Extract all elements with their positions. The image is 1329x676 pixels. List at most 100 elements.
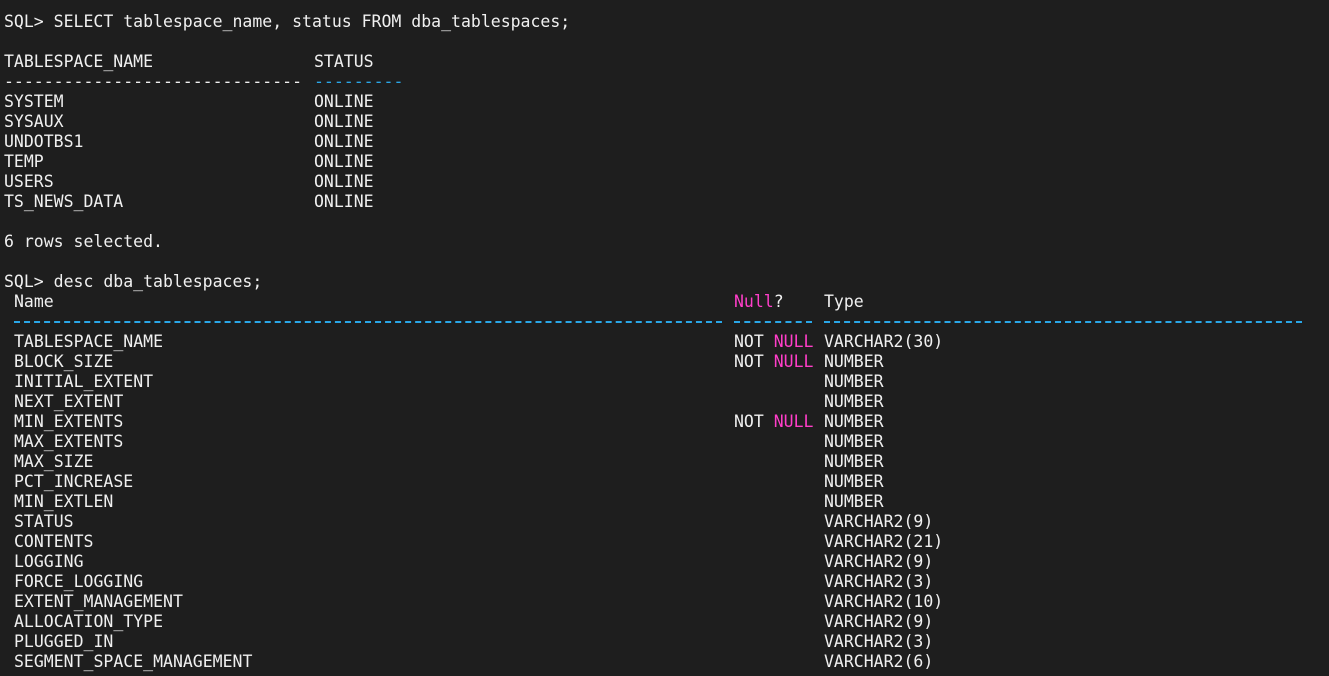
desc-row: SEGMENT_SPACE_MANAGEMENT VARCHAR2(6) [0,652,1329,672]
rows-selected-footer: 6 rows selected. [4,232,163,251]
tablespace-name-cell: SYSAUX [4,112,64,131]
null-keyword: Null [734,292,774,311]
desc-row: CONTENTS VARCHAR2(21) [0,532,1329,552]
desc-header-row: Name Null? Type [0,292,1329,312]
type-cell: VARCHAR2(6) [824,652,934,671]
tablespace-name-cell: TEMP [4,152,44,171]
column-name-cell: INITIAL_EXTENT [14,372,154,391]
null-question: ? [773,292,784,311]
column-name-cell: EXTENT_MANAGEMENT [14,592,183,611]
desc-row: STATUS VARCHAR2(9) [0,512,1329,532]
type-cell: NUMBER [824,432,884,451]
column-name-cell: SEGMENT_SPACE_MANAGEMENT [14,652,253,671]
result-row: TEMP ONLINE [0,152,1329,172]
tablespace-name-cell: SYSTEM [4,92,64,111]
status-cell: ONLINE [314,112,374,131]
result-separator-row: ------------------------------ --------- [0,72,1329,92]
terminal-window[interactable]: SQL> SELECT tablespace_name, status FROM… [0,0,1329,676]
column-name-cell: MAX_EXTENTS [14,432,124,451]
column-name-cell: CONTENTS [14,532,94,551]
status-cell: ONLINE [314,92,374,111]
desc-row: FORCE_LOGGING VARCHAR2(3) [0,572,1329,592]
column-name-cell: NEXT_EXTENT [14,392,124,411]
separator-status: --------- [314,72,404,91]
column-name-cell: MIN_EXTENTS [14,412,124,431]
null-keyword: NULL [773,332,814,351]
column-name-cell: FORCE_LOGGING [14,572,144,591]
result-row: UNDOTBS1 ONLINE [0,132,1329,152]
null-cell: NOT NULL [734,352,824,372]
type-cell: VARCHAR2(9) [824,552,934,571]
type-cell: NUMBER [824,492,884,511]
null-keyword: NULL [773,352,814,371]
desc-row: MIN_EXTLEN NUMBER [0,492,1329,512]
result-row: TS_NEWS_DATA ONLINE [0,192,1329,212]
not-keyword: NOT [734,352,774,371]
desc-header-null: Null? [734,292,824,312]
type-cell: NUMBER [824,392,884,411]
null-keyword: NULL [773,412,814,431]
desc-separator-name [14,312,734,332]
desc-separator-type [824,312,1302,332]
type-cell: VARCHAR2(3) [824,572,934,591]
type-cell: NUMBER [824,472,884,491]
status-cell: ONLINE [314,172,374,191]
result-row: SYSAUX ONLINE [0,112,1329,132]
desc-row: TABLESPACE_NAME NOT NULL VARCHAR2(30) [0,332,1329,352]
type-cell: NUMBER [824,352,884,371]
separator-name: ------------------------------ [4,72,303,91]
status-cell: ONLINE [314,132,374,151]
type-cell: NUMBER [824,372,884,391]
header-status: STATUS [314,52,374,71]
desc-row: NEXT_EXTENT NUMBER [0,392,1329,412]
not-keyword: NOT [734,332,774,351]
column-name-cell: LOGGING [14,552,84,571]
desc-row: PLUGGED_IN VARCHAR2(3) [0,632,1329,652]
column-name-cell: MAX_SIZE [14,452,94,471]
desc-separator-row [0,312,1329,332]
desc-row: MIN_EXTENTS NOT NULL NUMBER [0,412,1329,432]
header-tablespace-name: TABLESPACE_NAME [4,52,154,71]
type-cell: VARCHAR2(30) [824,332,944,351]
column-name-cell: MIN_EXTLEN [14,492,114,511]
null-cell: NOT NULL [734,332,824,352]
type-cell: VARCHAR2(3) [824,632,934,651]
tablespace-name-cell: USERS [4,172,54,191]
type-cell: VARCHAR2(21) [824,532,944,551]
tablespace-name-cell: TS_NEWS_DATA [4,192,124,211]
desc-row: MAX_SIZE NUMBER [0,452,1329,472]
desc-row: INITIAL_EXTENT NUMBER [0,372,1329,392]
tablespace-name-cell: UNDOTBS1 [4,132,84,151]
desc-row: MAX_EXTENTS NUMBER [0,432,1329,452]
column-name-cell: PLUGGED_IN [14,632,114,651]
desc-row: BLOCK_SIZE NOT NULL NUMBER [0,352,1329,372]
desc-header-type: Type [824,292,864,311]
desc-header-name: Name [14,292,54,311]
not-keyword: NOT [734,412,774,431]
column-name-cell: TABLESPACE_NAME [14,332,164,351]
desc-row: PCT_INCREASE NUMBER [0,472,1329,492]
column-name-cell: BLOCK_SIZE [14,352,114,371]
null-cell: NOT NULL [734,412,824,432]
type-cell: VARCHAR2(9) [824,512,934,531]
desc-separator-null [734,312,824,332]
result-row: SYSTEM ONLINE [0,92,1329,112]
desc-row: ALLOCATION_TYPE VARCHAR2(9) [0,612,1329,632]
sql-command-desc: SQL> desc dba_tablespaces; [4,272,263,291]
result-header-row: TABLESPACE_NAME STATUS [0,52,1329,72]
result-rows: SYSTEM ONLINE SYSAUX ONLINE UNDOTBS1 ONLINE TE… [0,92,1329,212]
type-cell: VARCHAR2(10) [824,592,944,611]
desc-rows: TABLESPACE_NAME NOT NULL VARCHAR2(30) BLOCK… [0,332,1329,672]
column-name-cell: PCT_INCREASE [14,472,134,491]
type-cell: VARCHAR2(9) [824,612,934,631]
desc-row: LOGGING VARCHAR2(9) [0,552,1329,572]
column-name-cell: STATUS [14,512,74,531]
column-name-cell: ALLOCATION_TYPE [14,612,164,631]
type-cell: NUMBER [824,452,884,471]
status-cell: ONLINE [314,152,374,171]
sql-command-select: SQL> SELECT tablespace_name, status FROM… [4,12,571,31]
status-cell: ONLINE [314,192,374,211]
